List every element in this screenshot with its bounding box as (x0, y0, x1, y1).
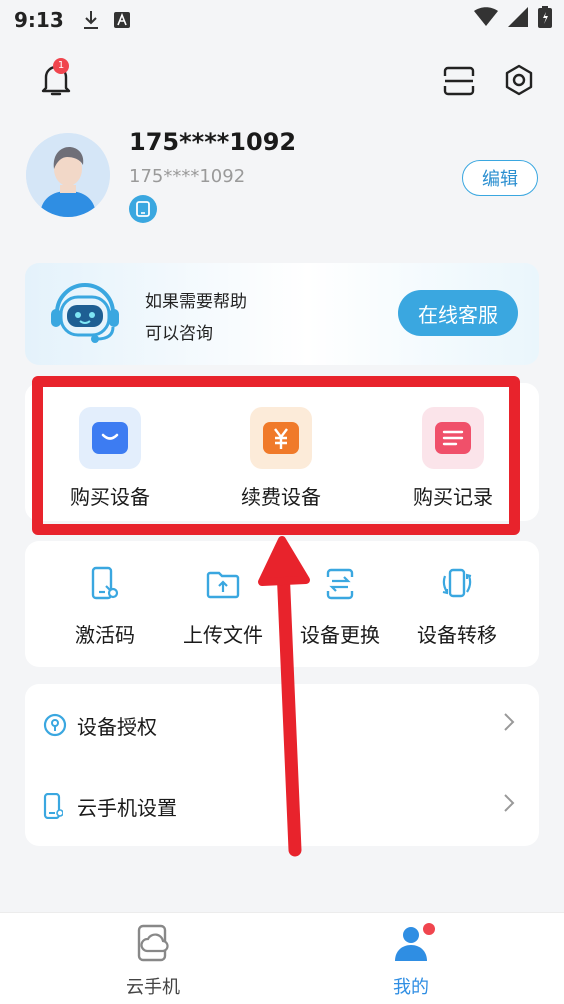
download-icon (82, 10, 100, 30)
tools-card: 激活码 上传文件 设备更换 设备转移 (25, 541, 539, 667)
online-support-button[interactable]: 在线客服 (398, 290, 518, 336)
upload-folder-icon (163, 565, 283, 603)
highlight-box (32, 376, 520, 535)
profile-section: 175****1092 175****1092 编辑 (26, 125, 538, 235)
swap-icon (280, 565, 400, 603)
device-replace-label: 设备更换 (300, 623, 380, 647)
settings-list: 设备授权 云手机设置 (25, 684, 539, 846)
tab-cloud-phone-label: 云手机 (126, 977, 180, 998)
help-card: 如果需要帮助 可以咨询 在线客服 (25, 263, 539, 365)
device-replace-item[interactable]: 设备更换 (280, 565, 400, 648)
device-authorization-label: 设备授权 (77, 714, 157, 739)
chevron-right-icon (503, 793, 515, 819)
wifi-icon (474, 7, 498, 32)
phone-settings-icon (43, 793, 63, 819)
cloud-phone-icon (133, 923, 173, 967)
cloud-phone-settings-label: 云手机设置 (77, 795, 177, 820)
upload-file-item[interactable]: 上传文件 (163, 565, 283, 648)
help-text-line2: 可以咨询 (145, 324, 213, 344)
bottom-tab-bar: 云手机 我的 (0, 912, 564, 1004)
activation-code-item[interactable]: 激活码 (45, 565, 165, 648)
username: 175****1092 (129, 128, 297, 156)
gear-icon[interactable] (503, 64, 535, 100)
status-time: 9:13 (14, 8, 64, 32)
tab-new-dot (423, 923, 435, 935)
tab-mine[interactable]: 我的 (351, 923, 471, 999)
app-notification-icon (113, 12, 130, 28)
device-transfer-item[interactable]: 设备转移 (397, 565, 517, 648)
tablet-icon (129, 195, 157, 223)
avatar[interactable] (26, 133, 110, 217)
tab-cloud-phone[interactable]: 云手机 (93, 923, 213, 999)
status-bar: 9:13 (0, 0, 564, 40)
help-text-line1: 如果需要帮助 (145, 292, 247, 312)
robot-support-icon (47, 279, 123, 349)
top-bar: 1 (0, 58, 564, 102)
notification-badge: 1 (53, 58, 69, 74)
phone-key-icon (45, 565, 165, 603)
cloud-phone-settings-row[interactable]: 云手机设置 (25, 776, 539, 836)
transfer-phone-icon (397, 565, 517, 603)
user-phone: 175****1092 (129, 166, 246, 187)
scan-icon[interactable] (443, 66, 475, 100)
device-transfer-label: 设备转移 (417, 623, 497, 647)
tab-mine-label: 我的 (393, 977, 429, 998)
battery-icon (538, 6, 552, 33)
lock-icon (43, 713, 67, 737)
activation-code-label: 激活码 (75, 623, 135, 647)
signal-icon (508, 7, 528, 32)
chevron-right-icon (503, 712, 515, 738)
upload-file-label: 上传文件 (183, 623, 263, 647)
device-authorization-row[interactable]: 设备授权 (25, 695, 539, 755)
edit-button[interactable]: 编辑 (462, 160, 538, 196)
